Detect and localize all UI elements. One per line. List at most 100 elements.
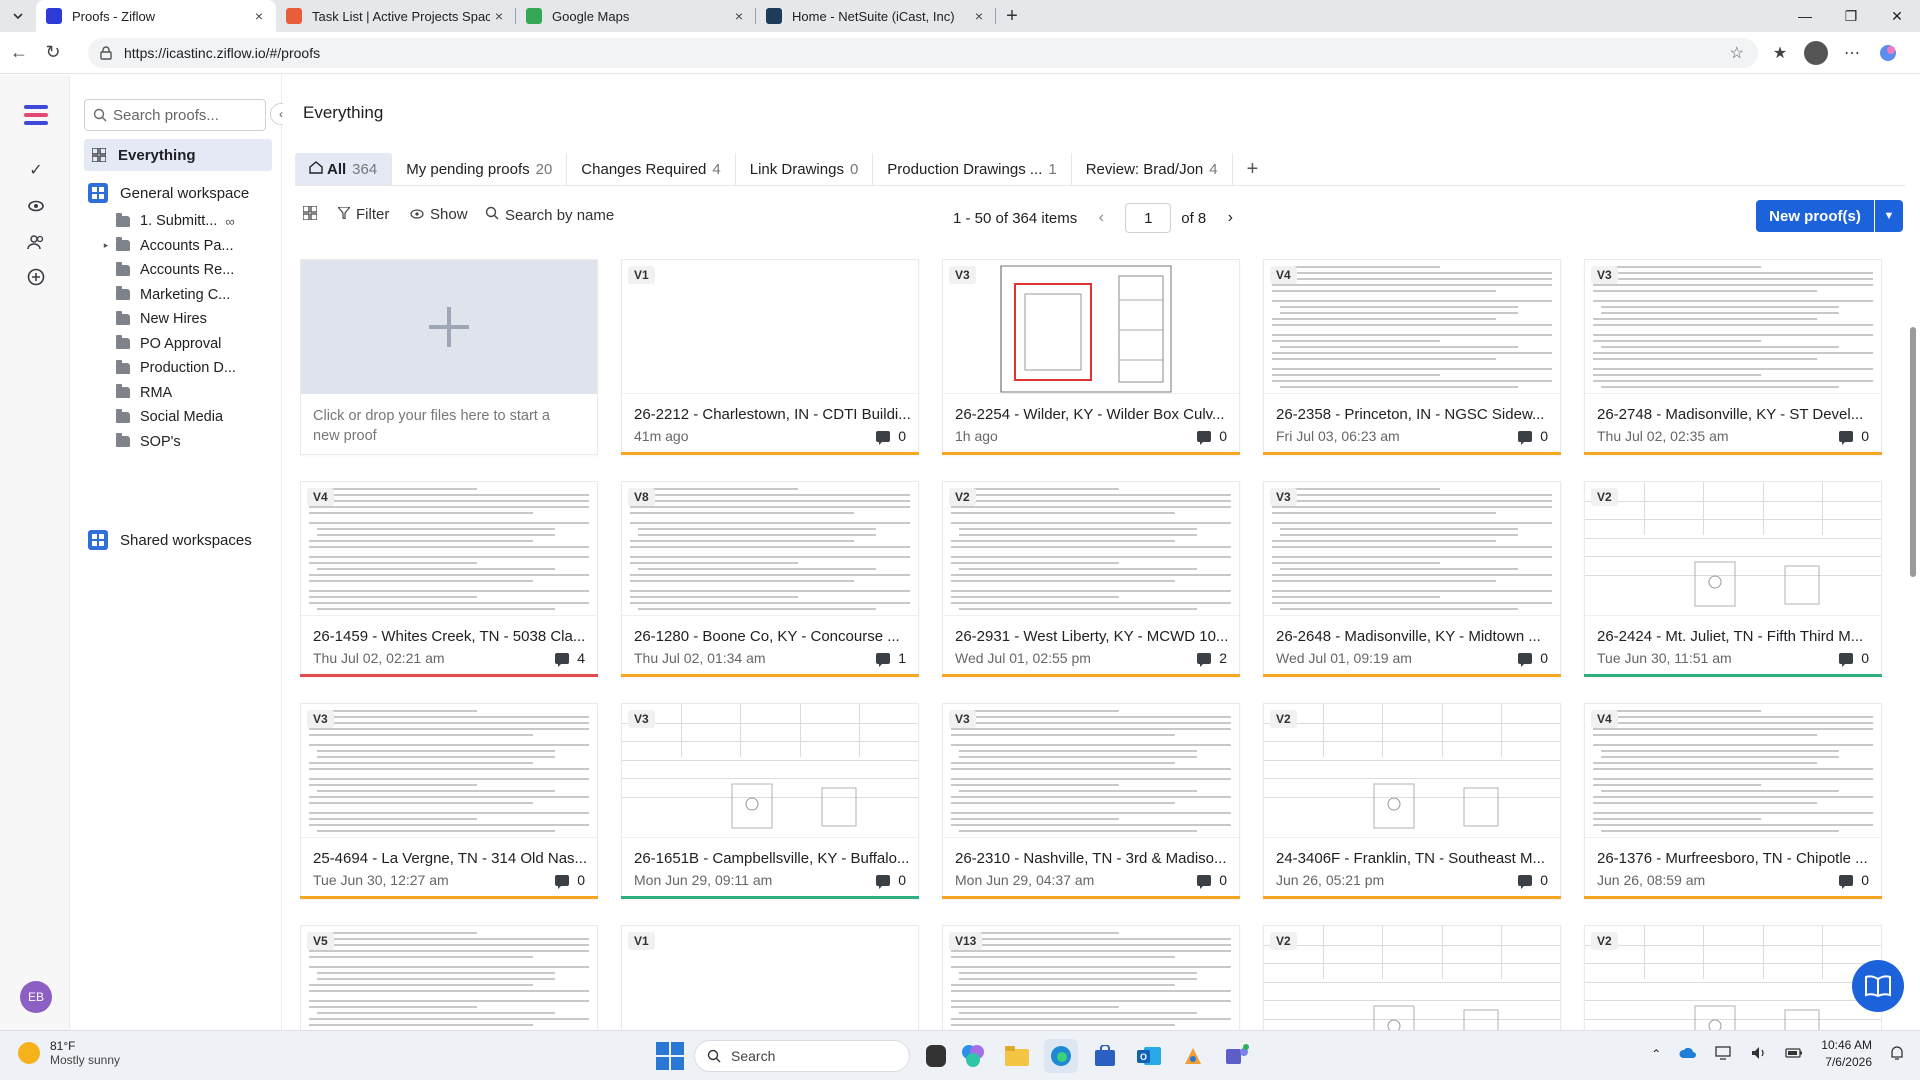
- proof-card[interactable]: V2: [1263, 925, 1561, 1030]
- comment-count[interactable]: 4: [555, 650, 585, 667]
- comment-count[interactable]: 0: [1839, 428, 1869, 445]
- comment-count[interactable]: 1: [876, 650, 906, 667]
- proof-card[interactable]: V1: [621, 925, 919, 1030]
- proof-thumbnail[interactable]: [1264, 704, 1560, 838]
- proof-thumbnail[interactable]: [1585, 260, 1881, 394]
- proof-card[interactable]: V2 26-2931 - West Liberty, KY - MCWD 10..…: [942, 481, 1240, 677]
- battery-icon[interactable]: [1785, 1047, 1803, 1062]
- profile-avatar[interactable]: [1804, 40, 1828, 65]
- sidebar-folder[interactable]: Production D...: [96, 356, 236, 380]
- reload-icon[interactable]: ↻: [38, 38, 68, 68]
- volume-icon[interactable]: [1751, 1046, 1767, 1063]
- clock[interactable]: 10:46 AM 7/6/2026: [1821, 1037, 1872, 1071]
- minimize-icon[interactable]: —: [1782, 0, 1828, 32]
- proof-card[interactable]: V3 26-2648 - Madisonville, KY - Midtown .…: [1263, 481, 1561, 677]
- browser-tab[interactable]: Google Maps ×: [516, 0, 756, 32]
- notification-bell-icon[interactable]: [1890, 1045, 1904, 1064]
- browser-tab[interactable]: Home - NetSuite (iCast, Inc) ×: [756, 0, 996, 32]
- sidebar-item-general-workspace[interactable]: General workspace: [88, 183, 249, 203]
- store-icon[interactable]: [1088, 1039, 1122, 1073]
- tab-proof-filter[interactable]: Production Drawings ... 1: [873, 153, 1072, 185]
- sidebar-folder[interactable]: New Hires: [96, 307, 207, 331]
- new-proof-button[interactable]: New proof(s): [1756, 200, 1874, 232]
- proof-card[interactable]: V3 26-2310 - Nashville, TN - 3rd & Madiso…: [942, 703, 1240, 899]
- restore-icon[interactable]: ❐: [1828, 0, 1874, 32]
- proof-card[interactable]: V2: [1584, 925, 1882, 1030]
- comment-count[interactable]: 0: [1839, 650, 1869, 667]
- prev-page-icon[interactable]: ‹: [1087, 209, 1115, 227]
- copilot-icon[interactable]: [1876, 41, 1900, 65]
- comment-count[interactable]: 0: [555, 872, 585, 889]
- new-tab-button[interactable]: +: [996, 5, 1028, 28]
- comment-count[interactable]: 0: [1518, 872, 1548, 889]
- next-page-icon[interactable]: ›: [1216, 209, 1244, 227]
- weather-widget[interactable]: 81°F Mostly sunny: [18, 1039, 120, 1067]
- people-icon[interactable]: [23, 229, 49, 255]
- grid-view-icon[interactable]: [303, 206, 317, 220]
- close-tab-icon[interactable]: ×: [250, 8, 268, 24]
- tab-proof-filter[interactable]: Review: Brad/Jon 4: [1072, 153, 1233, 185]
- sidebar-folder[interactable]: Marketing C...: [96, 283, 230, 307]
- sidebar-item-everything[interactable]: Everything: [84, 139, 272, 171]
- sidebar-folder[interactable]: PO Approval: [96, 332, 221, 356]
- proof-thumbnail[interactable]: [622, 260, 918, 394]
- proof-card[interactable]: V5: [300, 925, 598, 1030]
- proof-card[interactable]: V4 26-2358 - Princeton, IN - NGSC Sidew..…: [1263, 259, 1561, 455]
- sidebar-folder[interactable]: Social Media: [96, 405, 223, 429]
- proof-thumbnail[interactable]: [622, 926, 918, 1030]
- comment-count[interactable]: 0: [1197, 872, 1227, 889]
- upload-dropzone[interactable]: Click or drop your files here to start a…: [300, 259, 598, 455]
- site-info-icon[interactable]: [98, 45, 114, 61]
- edge-browser-icon[interactable]: [1044, 1039, 1078, 1073]
- sidebar-folder[interactable]: ▸ Accounts Pa...: [96, 234, 234, 258]
- new-proof-dropdown-chevron-icon[interactable]: ▼: [1875, 200, 1903, 232]
- help-book-button[interactable]: [1852, 960, 1904, 1012]
- proof-thumbnail[interactable]: [943, 482, 1239, 616]
- proof-thumbnail[interactable]: [301, 704, 597, 838]
- show-button[interactable]: Show: [410, 206, 468, 223]
- comment-count[interactable]: 0: [1518, 428, 1548, 445]
- comment-count[interactable]: 0: [1197, 428, 1227, 445]
- proof-thumbnail[interactable]: [943, 926, 1239, 1030]
- user-avatar[interactable]: EB: [20, 981, 52, 1013]
- proof-thumbnail[interactable]: [943, 260, 1239, 394]
- tab-proof-filter[interactable]: My pending proofs 20: [392, 153, 568, 185]
- network-icon[interactable]: [1715, 1045, 1733, 1063]
- page-number-input[interactable]: 1: [1125, 203, 1172, 233]
- comment-count[interactable]: 0: [1839, 872, 1869, 889]
- sidebar-item-shared-workspaces[interactable]: Shared workspaces: [88, 530, 252, 550]
- proof-card[interactable]: V1 26-2212 - Charlestown, IN - CDTI Build…: [621, 259, 919, 455]
- review-eye-icon[interactable]: [23, 193, 49, 219]
- ziflow-logo[interactable]: [22, 103, 50, 127]
- proof-thumbnail[interactable]: [301, 926, 597, 1030]
- proof-thumbnail[interactable]: [1585, 926, 1881, 1030]
- onedrive-icon[interactable]: [1679, 1047, 1697, 1062]
- close-window-icon[interactable]: ✕: [1874, 0, 1920, 32]
- add-tab-button[interactable]: +: [1233, 153, 1273, 185]
- proof-thumbnail[interactable]: [1264, 482, 1560, 616]
- proof-thumbnail[interactable]: [1264, 260, 1560, 394]
- file-explorer-icon[interactable]: [1000, 1039, 1034, 1073]
- proof-thumbnail[interactable]: [1585, 704, 1881, 838]
- proof-card[interactable]: V3 26-1651B - Campbellsville, KY - Buffal…: [621, 703, 919, 899]
- app-icon[interactable]: [1176, 1039, 1210, 1073]
- search-proofs-input[interactable]: Search proofs...: [84, 99, 266, 131]
- proof-card[interactable]: V4 26-1459 - Whites Creek, TN - 5038 Cla.…: [300, 481, 598, 677]
- proof-thumbnail[interactable]: [943, 704, 1239, 838]
- proof-card[interactable]: V2 24-3406F - Franklin, TN - Southeast M.…: [1263, 703, 1561, 899]
- add-circle-icon[interactable]: [23, 264, 49, 290]
- teams-icon[interactable]: [1220, 1039, 1254, 1073]
- proof-thumbnail[interactable]: [1264, 926, 1560, 1030]
- comment-count[interactable]: 0: [1518, 650, 1548, 667]
- proof-thumbnail[interactable]: [301, 482, 597, 616]
- sidebar-folder[interactable]: RMA: [96, 381, 172, 405]
- comment-count[interactable]: 0: [876, 428, 906, 445]
- close-tab-icon[interactable]: ×: [970, 8, 988, 24]
- tray-chevron-icon[interactable]: ⌃: [1651, 1047, 1661, 1061]
- favorites-icon[interactable]: ★: [1768, 41, 1792, 65]
- sidebar-folder[interactable]: Accounts Re...: [96, 258, 234, 282]
- comment-count[interactable]: 2: [1197, 650, 1227, 667]
- close-tab-icon[interactable]: ×: [490, 8, 508, 24]
- taskbar-search[interactable]: Search: [694, 1040, 910, 1072]
- proof-thumbnail[interactable]: [1585, 482, 1881, 616]
